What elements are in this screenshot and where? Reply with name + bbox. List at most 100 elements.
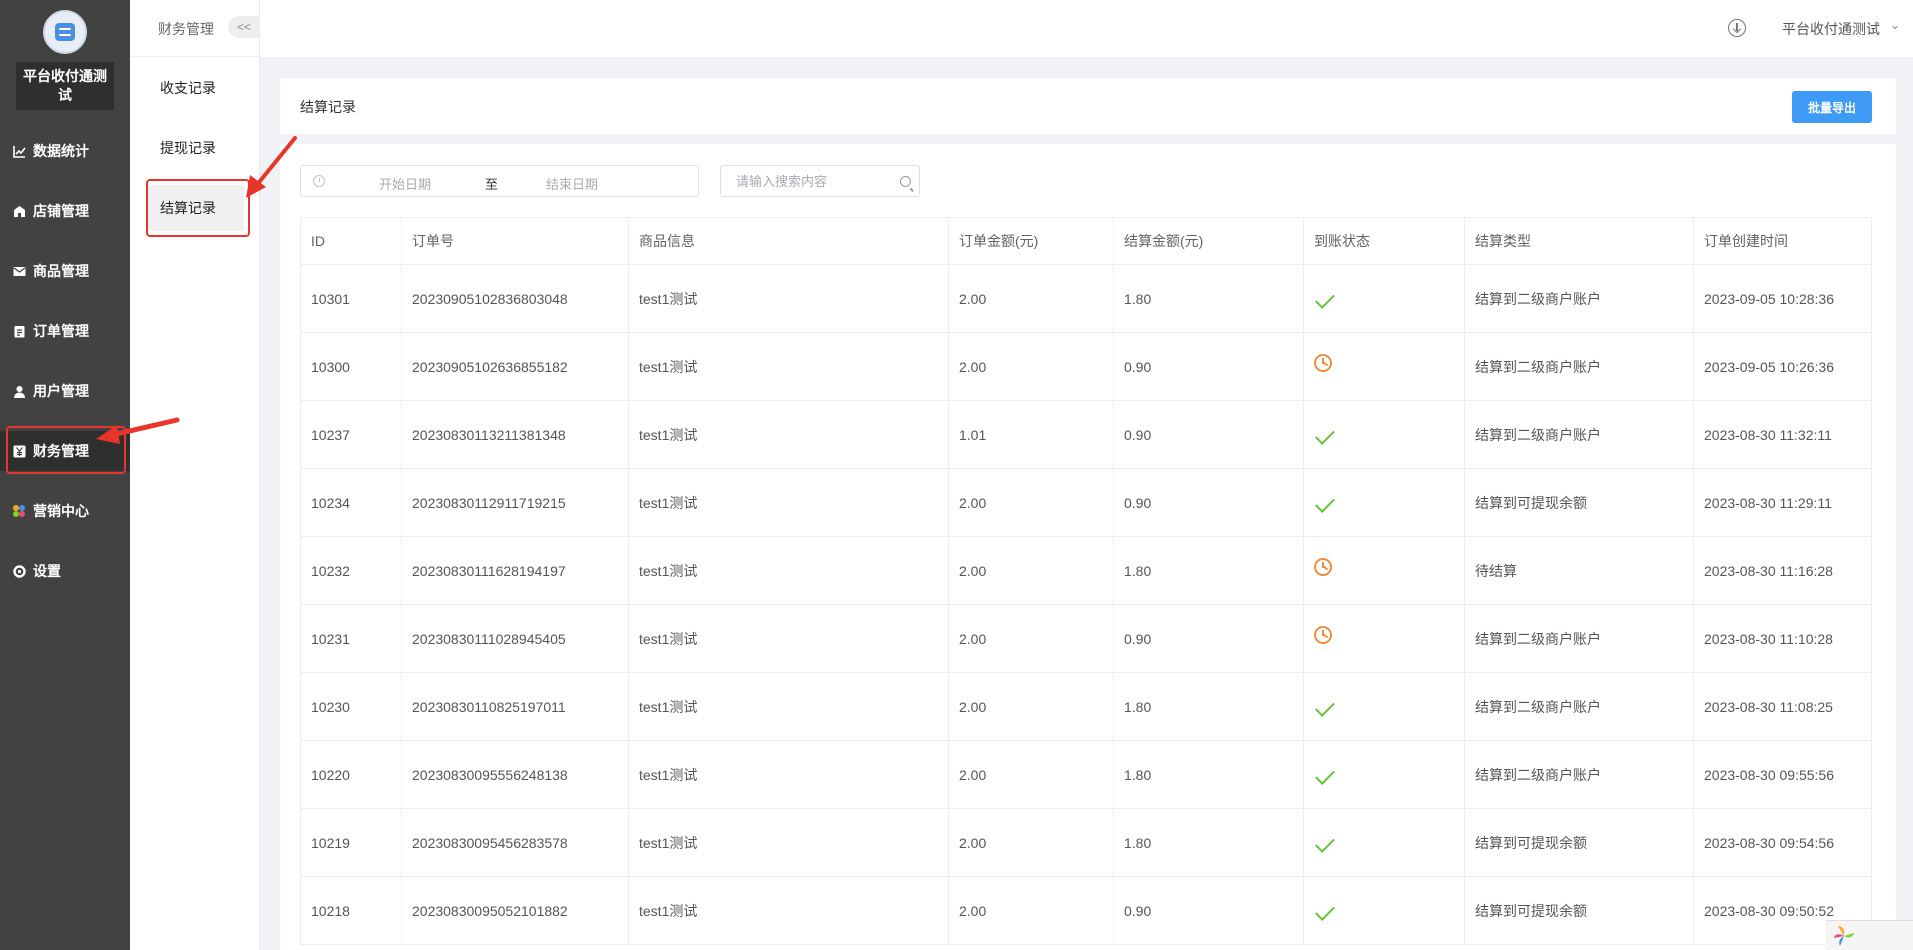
- cell-created-time: 2023-09-05 10:28:36: [1693, 264, 1872, 333]
- annotation-highlight-box: [146, 179, 250, 237]
- cell-status: [1303, 604, 1465, 673]
- batch-export-button[interactable]: 批量导出: [1792, 91, 1872, 123]
- logo-icon: [55, 23, 75, 41]
- sidebar-item-label: 数据统计: [33, 143, 89, 159]
- cell-settlement-amount: 0.90: [1113, 604, 1304, 673]
- page-header-card: 结算记录 批量导出: [280, 78, 1896, 134]
- cell-product: test1测试: [628, 468, 949, 537]
- cell-order-number: 20230830095556248138: [401, 740, 629, 809]
- sidebar-item-products[interactable]: 商品管理: [0, 251, 130, 291]
- pinwheel-icon: [1834, 926, 1854, 946]
- subnav-item-withdrawals[interactable]: 提现记录: [146, 125, 244, 171]
- sidebar-item-label: 设置: [33, 563, 61, 579]
- settlement-table: ID 订单号 商品信息 订单金额(元) 结算金额(元) 到账状态 结算类型 订单…: [300, 217, 1872, 945]
- cell-product: test1测试: [628, 876, 949, 945]
- cell-id: 10300: [300, 332, 402, 401]
- cell-order-number: 20230905102636855182: [401, 332, 629, 401]
- cell-settlement-amount: 1.80: [1113, 536, 1304, 605]
- search-input[interactable]: [721, 166, 919, 196]
- collapse-button[interactable]: <<: [228, 16, 260, 38]
- cell-order-amount: 2.00: [948, 332, 1114, 401]
- clock-icon: [1314, 353, 1332, 372]
- cell-settlement-type: 待结算: [1464, 536, 1694, 605]
- settlement-list-card: 开始日期 至 结束日期 ID 订单号 商品信息 订单金额(元) 结算金额(元) …: [280, 144, 1896, 950]
- cell-product: test1测试: [628, 604, 949, 673]
- floating-widget[interactable]: [1826, 920, 1913, 950]
- chart-line-icon: [12, 144, 26, 158]
- sidebar-item-label: 营销中心: [33, 503, 89, 519]
- table-row: 10218 20230830095052101882 test1测试 2.00 0.90…: [300, 876, 1872, 945]
- cell-created-time: 2023-08-30 09:55:56: [1693, 740, 1872, 809]
- user-menu[interactable]: 平台收付通测试: [1782, 19, 1880, 39]
- sub-sidebar-header: 财务管理 <<: [130, 0, 260, 57]
- cell-product: test1测试: [628, 808, 949, 877]
- cell-id: 10219: [300, 808, 402, 877]
- search-icon[interactable]: [900, 176, 911, 187]
- cell-order-amount: 1.01: [948, 400, 1114, 469]
- cell-created-time: 2023-08-30 11:16:28: [1693, 536, 1872, 605]
- cell-status: [1303, 468, 1465, 537]
- cell-settlement-type: 结算到二级商户账户: [1464, 332, 1694, 401]
- column-header: 结算类型: [1464, 217, 1694, 265]
- cell-order-amount: 2.00: [948, 672, 1114, 741]
- table-row: 10300 20230905102636855182 test1测试 2.00 0.90…: [300, 332, 1872, 401]
- sidebar-item-label: 用户管理: [33, 383, 89, 399]
- cell-status: [1303, 400, 1465, 469]
- sidebar-item-orders[interactable]: 订单管理: [0, 311, 130, 351]
- clipboard-icon: [12, 324, 26, 338]
- cell-status: [1303, 808, 1465, 877]
- table-header-row: ID 订单号 商品信息 订单金额(元) 结算金额(元) 到账状态 结算类型 订单…: [300, 217, 1872, 265]
- search-box: [720, 165, 920, 197]
- chevron-down-icon[interactable]: ⌄: [1890, 18, 1900, 32]
- sidebar-item-marketing[interactable]: 营销中心: [0, 491, 130, 531]
- cell-created-time: 2023-09-05 10:26:36: [1693, 332, 1872, 401]
- store-icon: [12, 204, 26, 218]
- check-icon: [1315, 288, 1335, 309]
- cell-order-number: 20230830112911719215: [401, 468, 629, 537]
- download-circle-icon[interactable]: [1728, 19, 1746, 37]
- cell-settlement-type: 结算到二级商户账户: [1464, 264, 1694, 333]
- cell-settlement-amount: 1.80: [1113, 808, 1304, 877]
- table-row: 10237 20230830113211381348 test1测试 1.01 0.90…: [300, 400, 1872, 469]
- cell-product: test1测试: [628, 740, 949, 809]
- cell-order-amount: 2.00: [948, 604, 1114, 673]
- table-row: 10219 20230830095456283578 test1测试 2.00 1.80…: [300, 808, 1872, 877]
- cell-id: 10232: [300, 536, 402, 605]
- start-date-input[interactable]: 开始日期: [379, 174, 431, 193]
- end-date-input[interactable]: 结束日期: [546, 174, 598, 193]
- sidebar-item-stores[interactable]: 店铺管理: [0, 191, 130, 231]
- cell-order-number: 20230830110825197011: [401, 672, 629, 741]
- cell-settlement-amount: 1.80: [1113, 264, 1304, 333]
- subnav-item-income-expense[interactable]: 收支记录: [146, 65, 244, 111]
- cell-product: test1测试: [628, 400, 949, 469]
- sidebar-item-users[interactable]: 用户管理: [0, 371, 130, 411]
- check-icon: [1315, 764, 1335, 785]
- column-header: 结算金额(元): [1113, 217, 1304, 265]
- table-row: 10232 20230830111628194197 test1测试 2.00 1.80…: [300, 536, 1872, 605]
- sidebar-item-settings[interactable]: 设置: [0, 551, 130, 591]
- cell-order-amount: 2.00: [948, 468, 1114, 537]
- cell-id: 10231: [300, 604, 402, 673]
- clock-icon: [1314, 557, 1332, 576]
- sidebar-item-label: 订单管理: [33, 323, 89, 339]
- table-row: 10234 20230830112911719215 test1测试 2.00 0.90…: [300, 468, 1872, 537]
- cell-order-number: 20230830095456283578: [401, 808, 629, 877]
- cell-product: test1测试: [628, 264, 949, 333]
- cell-settlement-amount: 1.80: [1113, 740, 1304, 809]
- table-row: 10230 20230830110825197011 test1测试 2.00 1.80…: [300, 672, 1872, 741]
- sidebar-item-label: 店铺管理: [33, 203, 89, 219]
- cell-order-number: 20230830095052101882: [401, 876, 629, 945]
- mail-icon: [12, 264, 26, 278]
- annotation-highlight-box: [6, 426, 126, 474]
- check-icon: [1315, 832, 1335, 853]
- check-icon: [1315, 900, 1335, 921]
- page-title: 结算记录: [300, 99, 356, 115]
- sidebar-item-data-stats[interactable]: 数据统计: [0, 131, 130, 171]
- cell-order-number: 20230830113211381348: [401, 400, 629, 469]
- cell-settlement-type: 结算到可提现余额: [1464, 808, 1694, 877]
- date-range-picker[interactable]: 开始日期 至 结束日期: [300, 165, 699, 197]
- cell-settlement-type: 结算到可提现余额: [1464, 876, 1694, 945]
- sub-sidebar: 财务管理 << 收支记录 提现记录 结算记录: [130, 0, 260, 950]
- check-icon: [1315, 492, 1335, 513]
- table-row: 10301 20230905102836803048 test1测试 2.00 1.80…: [300, 264, 1872, 333]
